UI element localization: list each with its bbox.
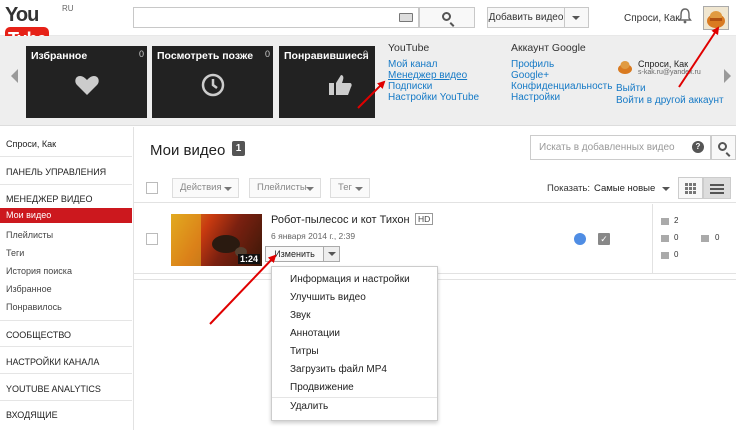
annotation-arrow: [209, 254, 277, 325]
annotation-arrow: [357, 80, 386, 109]
annotation-arrows: [209, 26, 720, 325]
annotation-arrow: [678, 26, 720, 88]
